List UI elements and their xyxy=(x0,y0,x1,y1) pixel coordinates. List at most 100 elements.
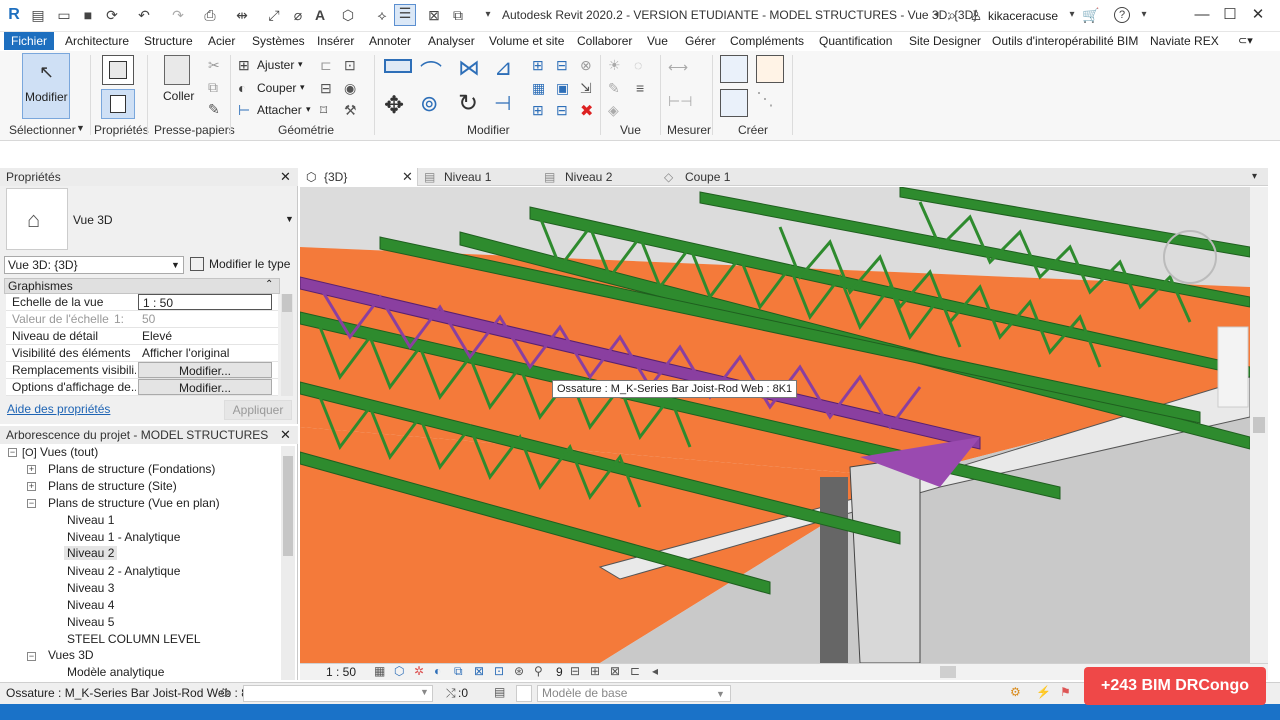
close-properties-icon[interactable]: ✕ xyxy=(280,169,291,185)
copy-icon[interactable]: ⧉ xyxy=(208,79,218,96)
paste-icon[interactable] xyxy=(164,55,190,85)
select-dropdown-icon[interactable]: ▼ xyxy=(76,123,85,133)
tree-toggle[interactable]: − xyxy=(27,499,36,508)
trim-icon[interactable]: ⊣ xyxy=(494,91,511,116)
tree-item[interactable]: Plans de structure (Fondations) xyxy=(48,462,215,476)
thin-lines-view-icon[interactable]: ≡ xyxy=(636,80,644,96)
switch-windows-icon[interactable]: ⧉ xyxy=(450,7,466,23)
apply-button[interactable]: Appliquer xyxy=(224,400,292,420)
select-pinned-icon[interactable]: ⚑ xyxy=(1060,685,1071,699)
sun-path-icon[interactable]: ✲ xyxy=(414,664,424,678)
cope-icon[interactable]: ⊞ xyxy=(238,57,250,74)
delete-icon[interactable]: ✖ xyxy=(580,101,593,121)
tab-volume-site[interactable]: Volume et site xyxy=(489,34,564,48)
split-face-icon[interactable]: ⊡ xyxy=(344,57,356,74)
tree-item[interactable]: Niveau 2 - Analytique xyxy=(67,564,180,578)
shadows-icon[interactable]: ◐ xyxy=(434,664,441,678)
user-name[interactable]: kikaceracuse xyxy=(988,9,1058,23)
tree-item[interactable]: Niveau 5 xyxy=(67,615,114,629)
instance-filter-select[interactable]: Vue 3D: {3D} ▼ xyxy=(4,256,184,274)
scroll-left-icon[interactable]: ◂ xyxy=(652,664,658,678)
edit-type-button[interactable]: Modifier le type xyxy=(188,256,292,274)
close-hidden-icon[interactable]: ⊠ xyxy=(426,7,442,23)
tree-toggle[interactable]: − xyxy=(8,448,17,457)
array-icon[interactable]: ⊟ xyxy=(556,57,568,74)
visual-style-icon[interactable]: ⬡ xyxy=(394,664,404,678)
tree-item[interactable]: Modèle analytique xyxy=(67,665,164,679)
ribbon-options-icon[interactable]: ⊂▾ xyxy=(1238,34,1253,47)
split-icon[interactable]: ⊞ xyxy=(532,57,544,74)
properties-toggle-icon[interactable] xyxy=(101,89,135,119)
save-icon[interactable]: ■ xyxy=(80,7,96,23)
new-file-icon[interactable]: ▤ xyxy=(30,7,46,23)
crop-view-icon[interactable]: ⧉ xyxy=(454,664,463,679)
tab-view-3d[interactable]: ⬡ {3D} ✕ xyxy=(300,168,418,186)
revit-logo-icon[interactable]: R xyxy=(6,7,22,23)
worksets-icon[interactable]: ⛭ xyxy=(220,685,230,700)
search-prev-icon[interactable]: ◂ xyxy=(928,7,944,23)
select-links-icon[interactable]: ⚙ xyxy=(1010,685,1021,699)
tree-toggle[interactable]: + xyxy=(27,465,36,474)
cut-geometry-button[interactable]: Couper xyxy=(257,81,296,95)
paint-icon[interactable]: ◉ xyxy=(344,80,356,97)
display-options-button[interactable]: Modifier... xyxy=(138,379,272,395)
view-scale[interactable]: 1 : 50 xyxy=(326,665,356,679)
tag-icon[interactable]: ⌀ xyxy=(290,7,306,23)
tab-architecture[interactable]: Architecture xyxy=(65,34,129,48)
close-tab-icon[interactable]: ✕ xyxy=(402,168,413,186)
tab-systemes[interactable]: Systèmes xyxy=(252,34,305,48)
lock-view-icon[interactable]: ⊡ xyxy=(494,664,504,678)
tab-acier[interactable]: Acier xyxy=(208,34,235,48)
copy-element-icon[interactable]: ⊚ xyxy=(420,91,438,117)
horizontal-scroll-thumb[interactable] xyxy=(940,666,956,678)
tab-interop-bim[interactable]: Outils d'interopérabilité BIM xyxy=(992,34,1138,48)
select-underlay-icon[interactable]: ⚡ xyxy=(1036,685,1051,699)
detail-level-field[interactable]: Elevé xyxy=(138,328,272,344)
tab-gerer[interactable]: Gérer xyxy=(685,34,716,48)
hide-bulb-icon[interactable]: ☀ xyxy=(608,57,621,74)
tree-item[interactable]: Vues 3D xyxy=(48,648,94,662)
tab-view-niveau-1[interactable]: ▤ Niveau 1 xyxy=(424,168,540,186)
tab-naviate-rex[interactable]: Naviate REX xyxy=(1150,34,1219,48)
tab-fichier[interactable]: Fichier xyxy=(4,32,54,50)
section-graphics[interactable]: Graphismes ⌃ xyxy=(4,278,280,294)
help-dropdown-icon[interactable]: ▾ xyxy=(1136,7,1152,23)
attach-button[interactable]: Attacher xyxy=(257,103,302,117)
tab-site-designer[interactable]: Site Designer xyxy=(909,34,981,48)
analytical-model-icon[interactable]: ⊟ xyxy=(570,664,580,678)
show-crop-icon[interactable]: ⊠ xyxy=(474,664,484,678)
thin-lines-icon[interactable]: ☰ xyxy=(394,4,416,26)
linework-icon[interactable]: ✎ xyxy=(608,80,620,97)
sync-icon[interactable]: ⟳ xyxy=(104,7,120,23)
cut-geometry-icon[interactable]: ◐ xyxy=(238,80,246,96)
close-browser-icon[interactable]: ✕ xyxy=(280,427,291,443)
tab-collaborer[interactable]: Collaborer xyxy=(577,34,632,48)
reveal-hidden-icon[interactable]: ⚲ xyxy=(534,664,543,678)
paint-view-icon[interactable]: ◈ xyxy=(608,102,619,119)
close-button[interactable]: ✕ xyxy=(1246,4,1270,26)
parts-visibility-field[interactable]: Afficher l'original xyxy=(138,345,272,361)
tab-view-coupe-1[interactable]: ◇ Coupe 1 xyxy=(664,168,780,186)
design-option-select[interactable]: Modèle de base ▼ xyxy=(537,685,731,702)
override-graphics-icon[interactable]: ◌ xyxy=(634,57,642,73)
pin-icon[interactable]: ⇲ xyxy=(580,80,592,97)
rotate-icon[interactable]: ↻ xyxy=(458,89,478,118)
viewport-vertical-scrollbar[interactable] xyxy=(1250,187,1268,663)
tree-item-selected[interactable]: Niveau 2 xyxy=(64,546,118,560)
create-group-icon[interactable] xyxy=(720,89,748,117)
worksharing-icon[interactable]: ⊠ xyxy=(610,664,620,678)
move-icon[interactable]: ✥ xyxy=(384,91,404,120)
highlight-icon[interactable]: ⊞ xyxy=(590,664,600,678)
adjust-button[interactable]: Ajuster xyxy=(257,58,294,72)
tab-analyser[interactable]: Analyser xyxy=(428,34,475,48)
type-selector-dropdown-icon[interactable]: ▼ xyxy=(285,214,294,224)
trim-extend-icon[interactable]: ⊞ xyxy=(532,102,544,119)
text-icon[interactable]: A xyxy=(312,7,328,23)
attach-icon[interactable]: ⊢ xyxy=(238,102,250,119)
type-selector-name[interactable]: Vue 3D xyxy=(73,213,113,227)
help-icon[interactable]: ? xyxy=(1114,7,1130,23)
adjust-dropdown-icon[interactable]: ▾ xyxy=(298,59,303,70)
infocenter-binoculars-icon[interactable]: ⌕ xyxy=(944,7,960,23)
user-icon[interactable]: ♙ xyxy=(968,7,984,23)
join-icon[interactable]: ⊏ xyxy=(320,57,332,74)
